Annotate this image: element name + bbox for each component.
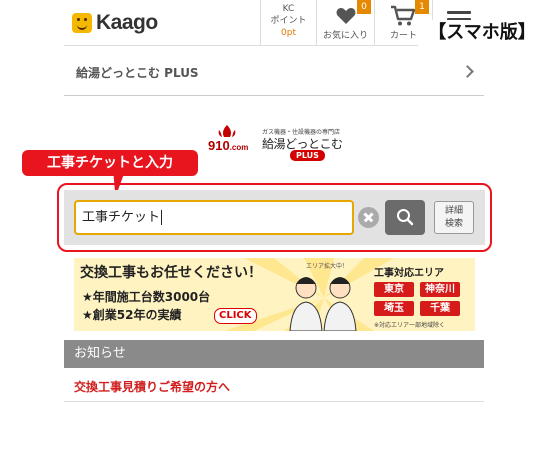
favorites-count-badge: 0: [357, 0, 371, 14]
points-label: ポイント: [270, 16, 307, 26]
kc-points-button[interactable]: KC ポイント 0pt: [260, 0, 316, 46]
news-item-link[interactable]: 交換工事見積りご希望の方へ: [64, 372, 484, 402]
logo-number: 910: [208, 138, 230, 153]
cart-icon: [391, 5, 416, 26]
area-chip: 埼玉: [374, 301, 414, 316]
kc-label: KC: [282, 4, 295, 14]
logo-text: Kaago: [96, 11, 158, 34]
construction-banner[interactable]: 交換工事もお任せください！ ★年間施工台数3000台 ★創業52年の実績 CLI…: [74, 258, 475, 331]
breadcrumb-label: 給湯どっとこむ PLUS: [76, 66, 199, 80]
search-input-value: 工事チケット: [82, 210, 161, 225]
favorites-button[interactable]: 0 お気に入り: [316, 0, 374, 46]
advanced-search-label-2: 検索: [444, 219, 463, 229]
banner-line-1: ★年間施工台数3000台: [82, 290, 211, 304]
advanced-search-label-1: 詳細: [444, 206, 463, 216]
clear-search-button[interactable]: [358, 207, 379, 228]
cart-count-badge: 1: [415, 0, 429, 14]
area-title: 工事対応エリア: [374, 268, 444, 279]
area-chip: 千葉: [420, 301, 460, 316]
kaago-logo[interactable]: Kaago: [72, 11, 158, 34]
favorites-label: お気に入り: [322, 31, 368, 41]
smiley-logo-icon: [72, 13, 92, 33]
search-button[interactable]: [385, 200, 425, 235]
heart-icon: [336, 8, 356, 24]
news-heading: お知らせ: [64, 340, 484, 368]
banner-title: 交換工事もお任せください！: [80, 265, 262, 281]
workers-illustration: [289, 277, 357, 331]
click-button[interactable]: CLICK: [214, 308, 257, 324]
points-value: 0pt: [281, 28, 296, 38]
instruction-callout: 工事チケットと入力: [22, 150, 198, 176]
advanced-search-button[interactable]: 詳細 検索: [434, 201, 474, 234]
area-chip: 神奈川: [420, 282, 460, 297]
search-input[interactable]: 工事チケット: [74, 200, 354, 235]
area-chip: 東京: [374, 282, 414, 297]
edition-label: 【スマホ版】: [418, 20, 546, 46]
text-caret: [161, 210, 163, 225]
chevron-right-icon: [461, 65, 474, 78]
search-icon: [397, 209, 414, 226]
logo-plus-badge: PLUS: [290, 150, 325, 161]
site-logo[interactable]: 910.com ガス機器・住設機器の専門店 給湯どっとこむ PLUS: [208, 124, 368, 164]
logo-domain: .com: [229, 143, 249, 152]
banner-line-2: ★創業52年の実績: [82, 308, 182, 322]
area-note: ※対応エリア一部地域除く: [374, 322, 446, 329]
breadcrumb-link[interactable]: 給湯どっとこむ PLUS: [64, 48, 484, 96]
